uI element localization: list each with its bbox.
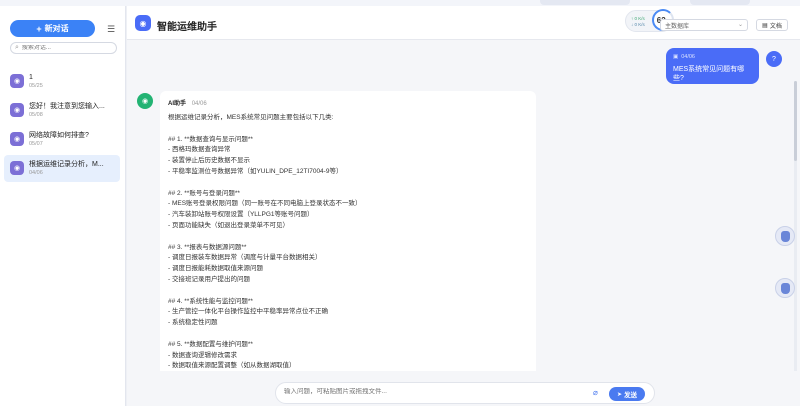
ai-message-line: ## 2. **账号与登录问题** <box>168 189 240 197</box>
user-message-date: 04/06 <box>681 54 695 60</box>
ai-message-line: - 汽车装卸站账号权限设置（YLLPG1等账号问题） <box>168 211 314 219</box>
assistant-logo-icon: ◉ <box>135 15 151 31</box>
chat-bubble-icon: ◉ <box>10 161 24 175</box>
send-button[interactable]: ➤ 发送 <box>609 387 645 401</box>
ai-message-line: ## 5. **数据配置与维护问题** <box>168 340 253 348</box>
ai-message-line: - 页面功能缺失（如退出登录菜单不可见） <box>168 221 289 229</box>
ai-message-line: - 调度日报能耗数据取值来源问题 <box>168 265 263 273</box>
document-icon: ▤ <box>762 22 768 29</box>
top-tab[interactable] <box>540 0 630 5</box>
download-icon: ↓ <box>631 22 634 27</box>
conversation-title: 1 <box>29 74 33 81</box>
ai-message-line: - 西格玛数据查询异常 <box>168 146 231 154</box>
ai-message-line: - 调度日报装车数据异常（调度与计量平台数据相关） <box>168 254 322 262</box>
document-button-label: 文档 <box>769 23 782 30</box>
conversation-date: 05/07 <box>29 141 43 147</box>
floating-assistant-button[interactable] <box>775 278 795 298</box>
scrollbar-thumb[interactable] <box>794 81 797 161</box>
ai-message-line: - 系统稳定性问题 <box>168 319 218 327</box>
sidebar: + 新对话 ☰ ⌕ ◉ 1 05/25 ◉ 您好！我注意到您输入... 05/0… <box>0 6 126 406</box>
ai-message-line: 根据运维记录分析，MES系统常见问题主要包括以下几类: <box>168 114 334 121</box>
ai-message-line: - 数据查询逻辑修改需求 <box>168 351 237 359</box>
user-message-text: MES系统常见问题有哪些? <box>673 66 745 82</box>
ai-avatar-icon: ◉ <box>137 93 153 109</box>
ai-message: AI助手 04/06 根据运维记录分析，MES系统常见问题主要包括以下几类: ##… <box>160 91 536 371</box>
menu-icon[interactable]: ☰ <box>105 23 117 35</box>
robot-icon <box>780 230 790 242</box>
conversation-item[interactable]: ◉ 您好！我注意到您输入... 05/08 <box>4 97 120 124</box>
user-avatar-icon: ? <box>766 51 782 67</box>
page-title: 智能运维助手 <box>157 22 217 33</box>
message-input-bar: ⌀ ➤ 发送 <box>275 382 655 404</box>
ai-message-line: ## 4. **系统性能与监控问题** <box>168 297 253 305</box>
conversation-item[interactable]: ◉ 网络故障如何排查? 05/07 <box>4 126 120 153</box>
send-label: 发送 <box>624 392 638 399</box>
ai-message-line: ## 1. **数据查询与显示问题** <box>168 135 253 143</box>
ai-message-line <box>168 124 528 135</box>
ai-message-date: 04/06 <box>191 101 207 107</box>
new-chat-label: 新对话 <box>44 24 69 33</box>
search-input[interactable] <box>21 45 107 51</box>
ai-message-line <box>168 232 528 243</box>
conversation-date: 05/25 <box>29 83 43 89</box>
ai-message-line: - 生产管控一体化平台操作监控中平稳率异常点位不正确 <box>168 308 328 316</box>
ai-message-body: 根据运维记录分析，MES系统常见问题主要包括以下几类: ## 1. **数据查询与… <box>168 113 528 371</box>
document-button[interactable]: ▤ 文档 <box>756 19 788 31</box>
knowledge-base-select[interactable]: 主数据库 ⌄ <box>660 19 748 31</box>
send-icon: ➤ <box>616 391 623 398</box>
chevron-down-icon: ⌄ <box>737 22 743 28</box>
conversation-date: 04/06 <box>29 170 43 176</box>
chat-area: ▣ 04/06 MES系统常见问题有哪些? ? ◉ AI助手 04/06 根据运… <box>127 41 800 371</box>
search-icon: ⌕ <box>15 44 19 51</box>
user-icon: ▣ <box>673 54 679 60</box>
ai-message-line: - 装置停止后历史数据不显示 <box>168 157 250 165</box>
ai-message-line <box>168 329 528 340</box>
conversation-title: 根据运维记录分析，M... <box>29 161 104 168</box>
attachment-icon[interactable]: ⌀ <box>593 388 598 397</box>
conversation-item-active[interactable]: ◉ 根据运维记录分析，M... 04/06 <box>4 155 120 182</box>
chat-bubble-icon: ◉ <box>10 132 24 146</box>
new-chat-button[interactable]: + 新对话 <box>10 20 95 37</box>
search-box: ⌕ <box>10 42 117 54</box>
top-tab[interactable] <box>690 0 750 5</box>
conversation-title: 网络故障如何排查? <box>29 132 89 139</box>
chat-bubble-icon: ◉ <box>10 103 24 117</box>
ai-sender: AI助手 <box>168 101 187 107</box>
conversation-item[interactable]: ◉ 1 05/25 <box>4 68 120 95</box>
robot-icon <box>780 282 790 294</box>
user-message: ▣ 04/06 MES系统常见问题有哪些? <box>666 48 759 84</box>
ai-message-line: - 平稳率监测位号数据异常（如YULIN_DPE_12TI7004-9等） <box>168 167 343 175</box>
ai-message-line: - 数据取值来源配置调整（如从数据湖取值） <box>168 362 296 370</box>
ai-message-line: ## 3. **报表与数据源问题** <box>168 243 247 251</box>
message-input[interactable] <box>284 388 584 395</box>
upload-icon: ↑ <box>631 16 634 21</box>
header: ◉ 智能运维助手 ↑ 0 K/s ↓ 0 K/s 62% 主数据库 ⌄ ▤ 文档 <box>127 6 800 40</box>
ai-message-line <box>168 286 528 297</box>
main-panel: ◉ 智能运维助手 ↑ 0 K/s ↓ 0 K/s 62% 主数据库 ⌄ ▤ 文档… <box>127 6 800 406</box>
ai-message-line: - 交接班记录用户提出的问题 <box>168 275 250 283</box>
ai-message-line: - MES账号登录权限问题（同一账号在不同电脑上登录状态不一致） <box>168 200 362 208</box>
chat-bubble-icon: ◉ <box>10 74 24 88</box>
conversation-date: 05/08 <box>29 112 43 118</box>
conversation-title: 您好！我注意到您输入... <box>29 103 105 110</box>
conversation-list: ◉ 1 05/25 ◉ 您好！我注意到您输入... 05/08 ◉ 网络故障如何… <box>4 68 120 184</box>
knowledge-base-value: 主数据库 <box>665 23 690 30</box>
plus-icon: + <box>36 23 42 34</box>
ai-message-line <box>168 178 528 189</box>
download-speed: 0 K/s <box>634 22 645 27</box>
upload-speed: 0 K/s <box>634 16 645 21</box>
floating-assistant-button[interactable] <box>775 226 795 246</box>
